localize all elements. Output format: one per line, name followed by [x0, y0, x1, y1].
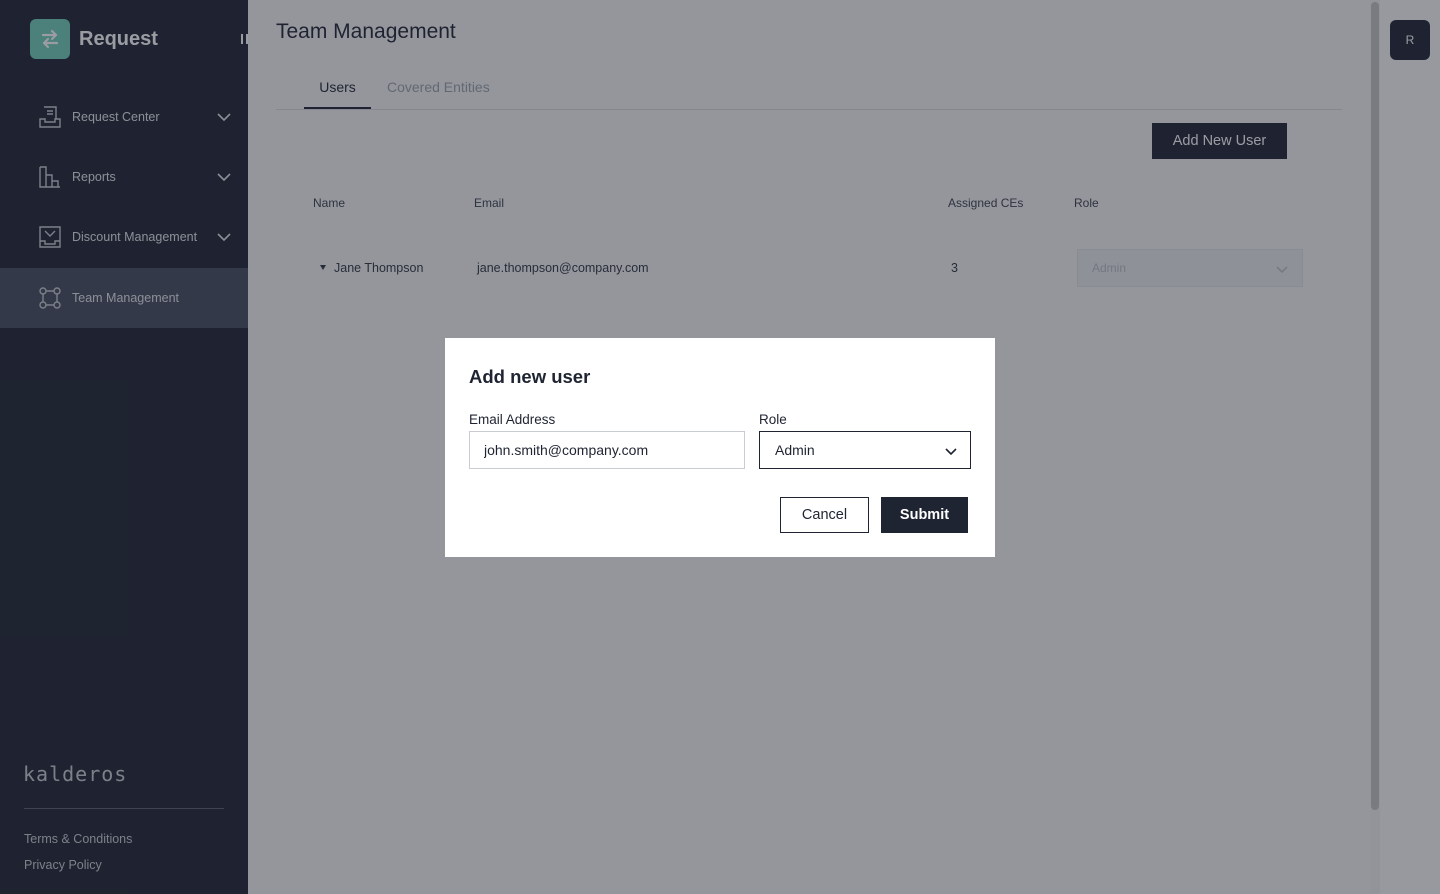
submit-button[interactable]: Submit [881, 497, 968, 533]
role-select-value: Admin [775, 442, 815, 458]
role-select[interactable]: Admin [759, 431, 971, 469]
role-label: Role [759, 412, 787, 427]
modal-title: Add new user [469, 366, 591, 387]
chevron-down-icon [945, 448, 957, 456]
add-user-modal: Add new user Email Address Role Admin Ca… [445, 338, 995, 557]
email-address-input[interactable] [469, 431, 745, 469]
email-address-label: Email Address [469, 412, 556, 427]
cancel-button[interactable]: Cancel [780, 497, 869, 533]
